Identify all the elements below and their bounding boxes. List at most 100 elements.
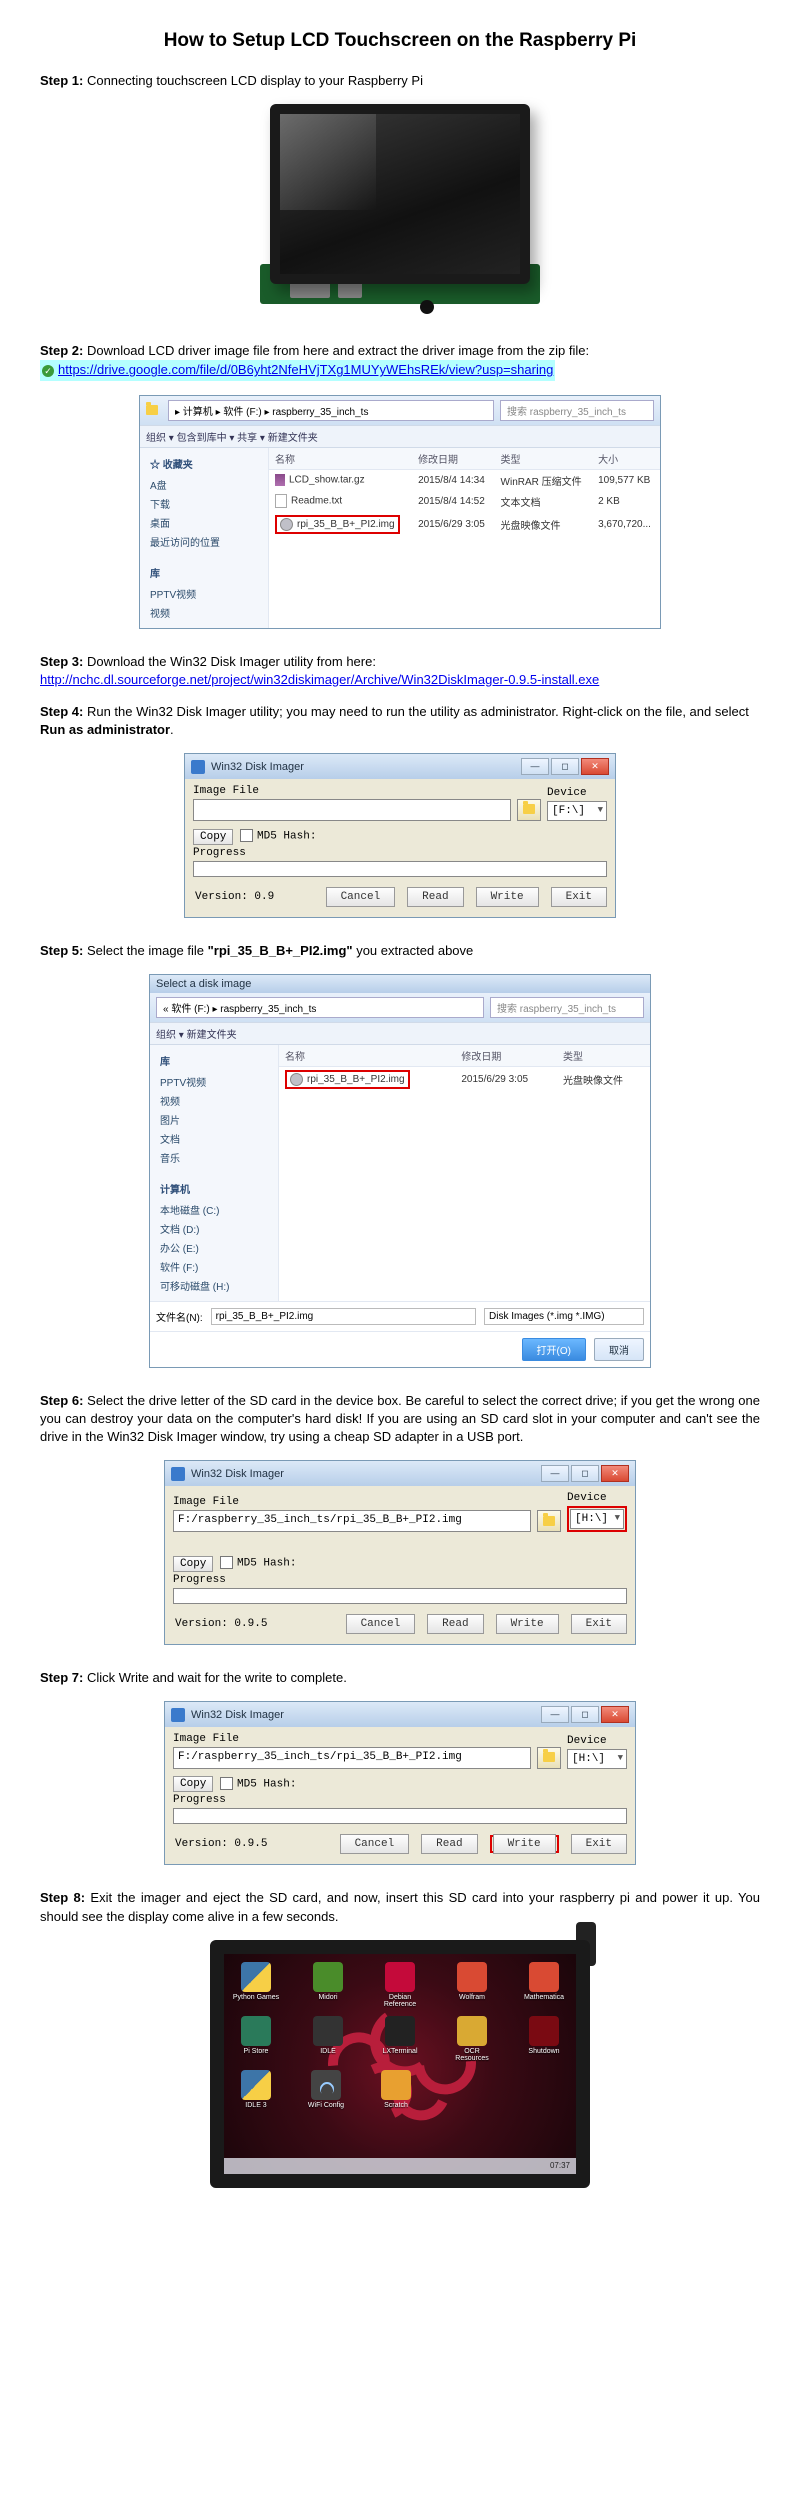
sidebar-item[interactable]: A盘 [144,475,264,494]
read-button[interactable]: Read [421,1834,477,1854]
exit-button[interactable]: Exit [551,887,607,907]
sidebar-item[interactable]: 视频 [154,1091,274,1110]
file-size: 109,577 KB [592,469,660,491]
write-button[interactable]: Write [476,887,539,907]
sidebar-item[interactable]: PPTV视频 [144,584,264,603]
cancel-button[interactable]: 取消 [594,1338,644,1361]
explorer-toolbar[interactable]: 组织 ▾ 包含到库中 ▾ 共享 ▾ 新建文件夹 [140,425,660,448]
sidebar-item[interactable]: 音乐 [154,1148,274,1167]
close-button[interactable]: ✕ [601,1465,629,1482]
col-date[interactable]: 修改日期 [455,1045,557,1067]
col-name[interactable]: 名称 [269,448,412,470]
open-button[interactable]: 打开(O) [522,1338,586,1361]
maximize-button[interactable]: ◻ [571,1465,599,1482]
copy-button[interactable]: Copy [173,1556,213,1572]
desktop-icon-scratch[interactable]: Scratch [372,2070,420,2109]
col-type[interactable]: 类型 [495,448,593,470]
file-row[interactable]: rpi_35_B_B+_PI2.img 2015/6/29 3:05 光盘映像文… [279,1066,650,1092]
maximize-button[interactable]: ◻ [571,1706,599,1723]
explorer-sidebar[interactable]: 库 PPTV视频 视频 图片 文档 音乐 计算机 本地磁盘 (C:) 文档 (D… [150,1045,279,1301]
device-select[interactable]: [H:\] [570,1509,624,1529]
close-button[interactable]: ✕ [601,1706,629,1723]
address-bar[interactable]: « 软件 (F:) ▸ raspberry_35_inch_ts [156,997,484,1018]
desktop-icon-ocr-resources[interactable]: OCR Resources [448,2016,496,2062]
md5-checkbox[interactable] [240,829,253,842]
read-button[interactable]: Read [427,1614,483,1634]
close-button[interactable]: ✕ [581,758,609,775]
win32diskimager-link[interactable]: http://nchc.dl.sourceforge.net/project/w… [40,672,599,687]
search-input[interactable]: 搜索 raspberry_35_inch_ts [500,400,654,421]
desktop-icon-midori[interactable]: Midori [304,1962,352,2008]
desktop-icon-wifi-config[interactable]: WiFi Config [302,2070,350,2109]
sidebar-item[interactable]: 文档 (D:) [154,1219,274,1238]
maximize-button[interactable]: ◻ [551,758,579,775]
col-type[interactable]: 类型 [557,1045,650,1067]
sidebar-item[interactable]: 可移动磁盘 (H:) [154,1276,274,1295]
exit-button[interactable]: Exit [571,1834,627,1854]
md5-checkbox[interactable] [220,1777,233,1790]
col-size[interactable]: 大小 [592,448,660,470]
md5-checkbox[interactable] [220,1556,233,1569]
desktop-icon-wolfram[interactable]: Wolfram [448,1962,496,2008]
sidebar-item[interactable]: 软件 (F:) [154,1257,274,1276]
sidebar-item[interactable]: 本地磁盘 (C:) [154,1200,274,1219]
desktop-icon-shutdown[interactable]: Shutdown [520,2016,568,2062]
browse-button[interactable] [537,1510,561,1532]
sidebar-item[interactable]: 桌面 [144,513,264,532]
device-select[interactable]: [F:\] [547,801,607,821]
minimize-button[interactable]: — [541,1706,569,1723]
image-file-label: Image File [173,1496,531,1508]
desktop-icon-mathematica[interactable]: Mathematica [520,1962,568,2008]
browse-button[interactable] [537,1747,561,1769]
sidebar-item[interactable]: 下载 [144,494,264,513]
write-button[interactable]: Write [493,1834,556,1854]
image-file-input[interactable]: F:/raspberry_35_inch_ts/rpi_35_B_B+_PI2.… [173,1747,531,1769]
file-name: Readme.txt [291,496,342,507]
minimize-button[interactable]: — [541,1465,569,1482]
cancel-button[interactable]: Cancel [340,1834,410,1854]
search-input[interactable]: 搜索 raspberry_35_inch_ts [490,997,644,1018]
copy-button[interactable]: Copy [173,1776,213,1792]
version-label: Version: 0.9 [193,891,274,903]
version-label: Version: 0.9.5 [173,1618,267,1630]
desktop-icon-pi-store[interactable]: Pi Store [232,2016,280,2062]
desktop-icon-idle3[interactable]: IDLE 3 [232,2070,280,2109]
disk-image-icon [280,518,293,531]
sidebar-item[interactable]: 视频 [144,603,264,622]
minimize-button[interactable]: — [521,758,549,775]
copy-button[interactable]: Copy [193,829,233,845]
sidebar-item[interactable]: 文档 [154,1129,274,1148]
image-file-input[interactable] [193,799,511,821]
address-bar[interactable]: ▸ 计算机 ▸ 软件 (F:) ▸ raspberry_35_inch_ts [168,400,494,421]
sidebar-item[interactable]: PPTV视频 [154,1072,274,1091]
filename-input[interactable]: rpi_35_B_B+_PI2.img [211,1308,476,1325]
desktop-icon-python-games[interactable]: Python Games [232,1962,280,2008]
desktop-icon-debian-reference[interactable]: Debian Reference [376,1962,424,2008]
file-row[interactable]: Readme.txt 2015/8/4 14:52 文本文档 2 KB [269,491,660,512]
file-row[interactable]: LCD_show.tar.gz 2015/8/4 14:34 WinRAR 压缩… [269,469,660,491]
sidebar-item[interactable]: 最近访问的位置 [144,532,264,551]
md5-label: MD5 Hash: [237,1558,296,1570]
col-name[interactable]: 名称 [279,1045,455,1067]
explorer-sidebar[interactable]: ☆ 收藏夹 A盘 下载 桌面 最近访问的位置 库 PPTV视频 视频 [140,448,269,628]
read-button[interactable]: Read [407,887,463,907]
filetype-select[interactable]: Disk Images (*.img *.IMG) [484,1308,644,1325]
explorer-toolbar[interactable]: 组织 ▾ 新建文件夹 [150,1022,650,1045]
cancel-button[interactable]: Cancel [346,1614,416,1634]
desktop-icon-lxterminal[interactable]: LXTerminal [376,2016,424,2062]
col-date[interactable]: 修改日期 [412,448,494,470]
cancel-button[interactable]: Cancel [326,887,396,907]
sidebar-item[interactable]: 图片 [154,1110,274,1129]
sidebar-item[interactable]: 办公 (E:) [154,1238,274,1257]
exit-button[interactable]: Exit [571,1614,627,1634]
md5-label: MD5 Hash: [257,831,316,843]
desktop-icon-idle[interactable]: IDLE [304,2016,352,2062]
device-select[interactable]: [H:\] [567,1749,627,1769]
file-date: 2015/6/29 3:05 [412,512,494,537]
write-button[interactable]: Write [496,1614,559,1634]
image-file-input[interactable]: F:/raspberry_35_inch_ts/rpi_35_B_B+_PI2.… [173,1510,531,1532]
drive-link[interactable]: https://drive.google.com/file/d/0B6yht2N… [58,362,553,377]
file-row[interactable]: rpi_35_B_B+_PI2.img 2015/6/29 3:05 光盘映像文… [269,512,660,537]
browse-button[interactable] [517,799,541,821]
taskbar[interactable]: 07:37 [224,2158,576,2174]
